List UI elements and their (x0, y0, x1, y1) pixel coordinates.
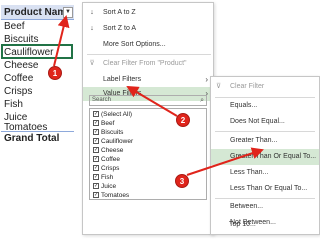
checklist-item[interactable]: ✓ Cauliflower (93, 137, 133, 146)
submenu-item[interactable]: Less Than Or Equal To... (211, 181, 319, 197)
menu-item-label: Does Not Equal... (230, 118, 285, 125)
menu-item-label: Between... (230, 203, 264, 210)
search-icon: ⌕ (200, 97, 204, 104)
checkbox-checked-icon[interactable]: ✓ (93, 174, 99, 181)
checkbox-checked-icon[interactable]: ✓ (93, 147, 99, 154)
submenu-item[interactable]: Does Not Equal... (211, 114, 319, 130)
menu-item-label: Greater Than Or Equal To... (230, 153, 317, 160)
checkbox-checked-icon[interactable]: ✓ (93, 138, 99, 145)
checklist-label: Fish (101, 174, 114, 181)
menu-item-label: Label Filters (103, 76, 142, 83)
submenu-item[interactable]: Greater Than... (211, 133, 319, 149)
checklist-item[interactable]: ✓ Fish (93, 173, 113, 182)
filter-dropdown-button[interactable]: ▼ (63, 7, 73, 18)
submenu-item-highlighted[interactable]: Greater Than Or Equal To... (211, 149, 319, 165)
pivot-row[interactable]: Coffee (4, 72, 33, 85)
menu-item-label: Sort Z to A (103, 25, 137, 32)
checklist-item[interactable]: ✓ Juice (93, 182, 116, 191)
menu-divider (87, 54, 211, 55)
checkbox-checked-icon[interactable]: ✓ (93, 156, 99, 163)
checkbox-checked-icon[interactable]: ✓ (93, 129, 99, 136)
pivot-row[interactable]: Cheese (4, 59, 38, 72)
grand-total-row: Grand Total (1, 131, 74, 145)
sort-z-to-a-item[interactable]: ↓ Sort Z to A (83, 21, 213, 37)
checklist-label: Cheese (101, 147, 124, 154)
pivot-header-label: Product Name (4, 7, 72, 18)
menu-item-label: Less Than... (230, 169, 269, 176)
checklist-item[interactable]: ✓ Coffee (93, 155, 120, 164)
checkbox-checked-icon[interactable]: ✓ (93, 183, 99, 190)
pivot-row[interactable]: Fish (4, 98, 23, 111)
submenu-item[interactable]: Top 10... (210, 217, 318, 233)
checklist-item[interactable]: ✓ (Select All) (93, 110, 132, 119)
menu-item-label: Greater Than... (230, 137, 278, 144)
checklist-label: (Select All) (101, 111, 133, 118)
sort-a-to-z-item[interactable]: ↓ Sort A to Z (83, 5, 213, 21)
menu-item-label: More Sort Options... (103, 41, 166, 48)
filter-clear-icon: ⊽ (216, 83, 222, 90)
checklist-item[interactable]: ✓ Crisps (93, 164, 119, 173)
value-filters-submenu: ⊽ Clear Filter Equals... Does Not Equal.… (210, 76, 320, 235)
menu-item-label: Clear Filter From "Product" (103, 60, 187, 67)
checklist-item[interactable]: ✓ Cheese (93, 146, 123, 155)
menu-item-label: Top 10... (229, 221, 256, 228)
submenu-item[interactable]: Between... (211, 199, 319, 215)
checklist-label: Juice (101, 183, 117, 190)
step-badge-2: 2 (176, 113, 190, 127)
filter-menu: ↓ Sort A to Z ↓ Sort Z to A More Sort Op… (82, 2, 214, 235)
checklist-label: Coffee (101, 156, 121, 163)
checklist-label: Cauliflower (101, 138, 134, 145)
checkbox-checked-icon[interactable]: ✓ (93, 111, 99, 118)
checklist-label: Crisps (101, 165, 120, 172)
pivot-row[interactable]: Beef (4, 20, 25, 33)
filter-clear-icon: ⊽ (89, 60, 95, 67)
selected-cell-outline (1, 44, 73, 59)
sort-descending-icon: ↓ (90, 25, 94, 32)
chevron-right-icon: › (205, 75, 208, 84)
checkbox-checked-icon[interactable]: ✓ (93, 192, 99, 199)
sort-ascending-icon: ↓ (90, 9, 94, 16)
checklist-label: Biscuits (101, 129, 124, 136)
step-badge-3: 3 (175, 174, 189, 188)
checklist-label: Tomatoes (101, 192, 130, 199)
submenu-item[interactable]: Equals... (211, 98, 319, 114)
submenu-item[interactable]: Less Than... (211, 165, 319, 181)
menu-item-label: Sort A to Z (103, 9, 136, 16)
checkbox-checked-icon[interactable]: ✓ (93, 165, 99, 172)
pivot-row[interactable]: Crisps (4, 85, 32, 98)
search-input[interactable]: Search ⌕ (89, 95, 207, 106)
clear-filter-item: ⊽ Clear Filter From "Product" (83, 56, 213, 72)
chevron-down-icon: ▼ (65, 9, 71, 15)
checklist-label: Beef (101, 120, 115, 127)
label-filters-item[interactable]: Label Filters › (83, 72, 213, 88)
menu-item-label: Equals... (230, 102, 258, 109)
checkbox-checked-icon[interactable]: ✓ (93, 120, 99, 127)
step-badge-1: 1 (48, 66, 62, 80)
clear-filter-item: ⊽ Clear Filter (211, 79, 319, 95)
checklist-item[interactable]: ✓ Biscuits (93, 128, 123, 137)
checklist-item[interactable]: ✓ Tomatoes (93, 191, 129, 200)
menu-item-label: Less Than Or Equal To... (230, 185, 308, 192)
menu-divider (215, 131, 315, 132)
pivot-table: Product Name ▼ Beef Biscuits Cauliflower… (0, 0, 82, 235)
search-placeholder: Search (92, 97, 112, 103)
checklist-item[interactable]: ✓ Beef (93, 119, 114, 128)
menu-item-label: Clear Filter (230, 83, 265, 90)
more-sort-options-item[interactable]: More Sort Options... (83, 37, 213, 53)
